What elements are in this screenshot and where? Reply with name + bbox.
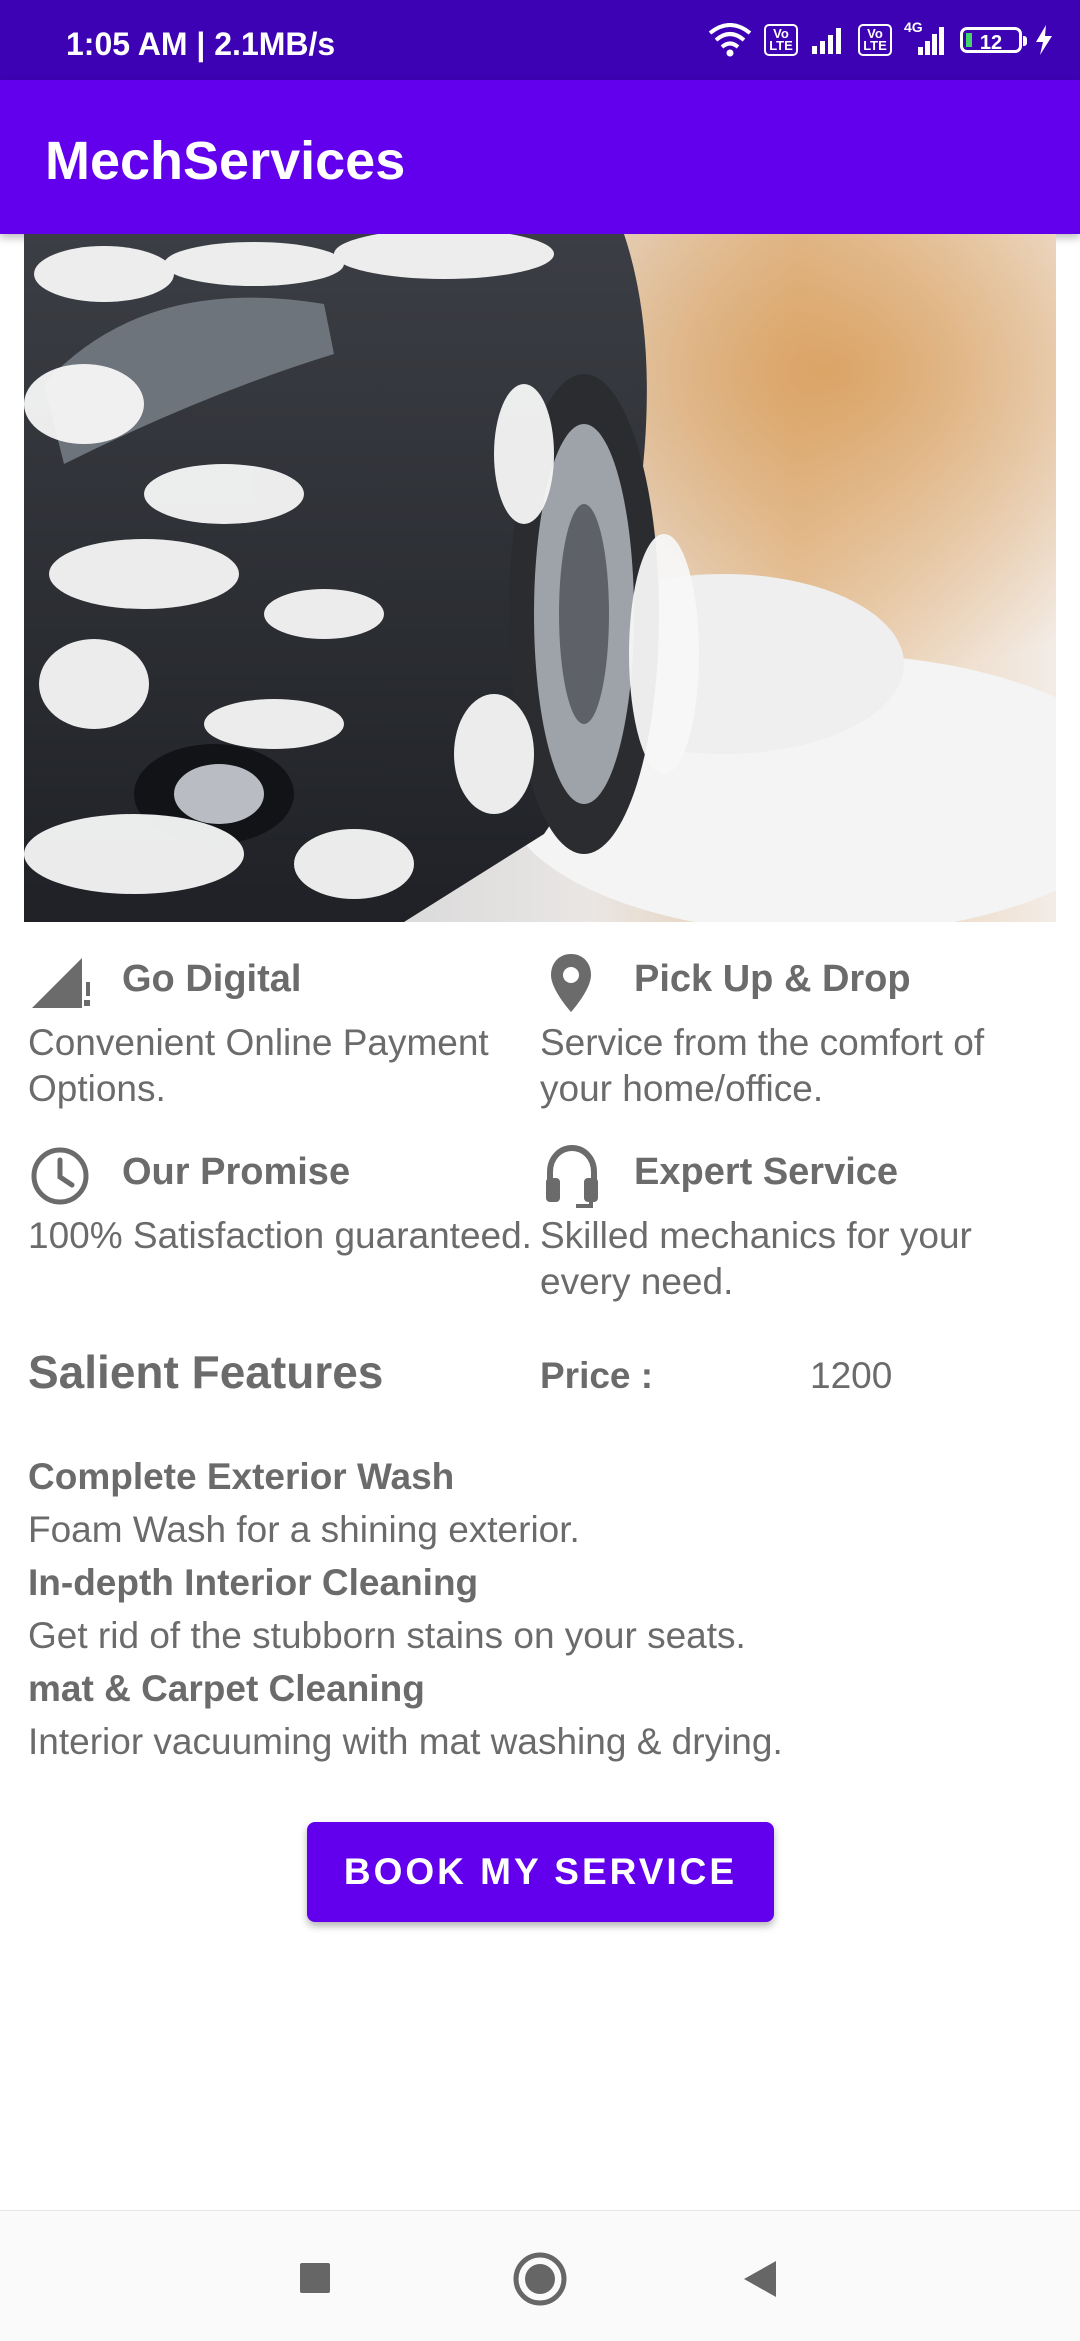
price-value: 1200 [810,1355,893,1396]
clock-icon [31,1147,89,1205]
feature-desc-go-digital: Convenient Online Payment Options. [28,1022,489,1109]
back-triangle-icon[interactable] [742,2259,778,2299]
price-label: Price : [540,1355,654,1396]
feature-desc-pick-up-drop: Service from the comfort of your home/of… [540,1022,985,1109]
feature-title-our-promise: Our Promise [122,1151,351,1193]
list-item-title: mat & Carpet Cleaning [28,1668,425,1709]
recents-square-icon[interactable] [298,2261,332,2295]
wifi-icon [708,23,752,57]
list-item-title: In-depth Interior Cleaning [28,1562,479,1603]
home-circle-icon[interactable] [512,2251,568,2307]
feature-desc-expert-service: Skilled mechanics for your every need. [540,1215,972,1302]
location-pin-icon [551,954,591,1012]
list-item-title: Complete Exterior Wash [28,1456,455,1497]
status-icons: Vo LTE Vo LTE 4G 12 [708,19,1054,60]
book-my-service-button[interactable]: BOOK MY SERVICE [307,1822,774,1922]
list-item-desc: Interior vacuuming with mat washing & dr… [28,1721,783,1762]
system-navigation-bar [0,2210,1080,2341]
signal-bars-icon-2 [918,27,944,55]
battery-icon: 12 [960,27,1027,54]
signal-4g: 4G [904,19,948,55]
battery-level: 12 [979,32,1003,54]
feature-title-expert-service: Expert Service [634,1151,899,1193]
feature-title-pick-up-drop: Pick Up & Drop [634,958,911,1000]
feature-desc-our-promise: 100% Satisfaction guaranteed. [28,1215,532,1256]
status-bar: 1:05 AM | 2.1MB/s Vo LTE Vo LTE 4G 12 [0,0,1080,80]
list-item-desc: Foam Wash for a shining exterior. [28,1509,580,1550]
volte-badge-2: Vo LTE [858,24,892,56]
salient-features-list: Complete Exterior Wash Foam Wash for a s… [28,1450,1028,1768]
salient-features-heading: Salient Features [28,1346,384,1398]
app-title: MechServices [45,131,406,191]
feature-title-go-digital: Go Digital [122,958,302,1000]
app-bar: MechServices [0,80,1080,234]
signal-icon [32,958,90,1008]
hero-image [24,234,1056,922]
charging-bolt-icon [1036,25,1052,55]
headset-icon [546,1144,598,1208]
status-time: 1:05 AM | 2.1MB/s [66,26,336,62]
signal-bars-icon-1 [812,28,841,54]
volte-badge-1: Vo LTE [764,24,798,56]
list-item-desc: Get rid of the stubborn stains on your s… [28,1615,746,1656]
